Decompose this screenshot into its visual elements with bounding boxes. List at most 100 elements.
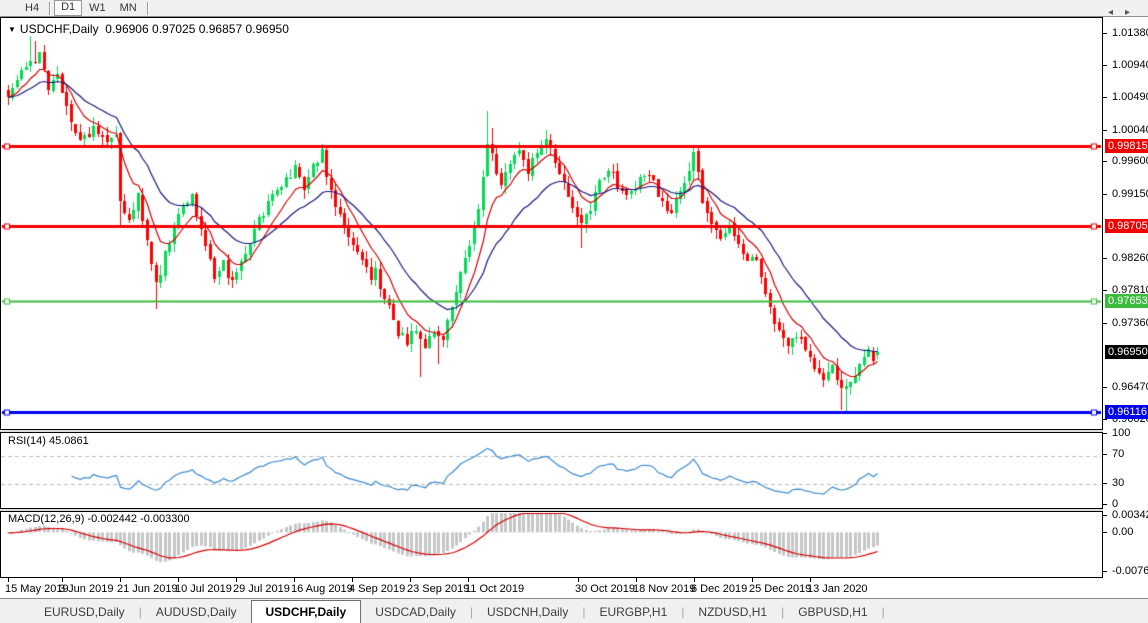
macd-signal-value: -0.003300 xyxy=(140,513,190,525)
rsi-canvas[interactable] xyxy=(1,433,1102,508)
date-tick-label: 25 Dec 2019 xyxy=(749,583,811,595)
date-tick-label: 29 Jul 2019 xyxy=(233,583,290,595)
date-tick-label: 23 Sep 2019 xyxy=(407,583,469,595)
date-tick-label: 10 Jul 2019 xyxy=(175,583,232,595)
price-badge: 0.96950 xyxy=(1105,345,1148,359)
date-tick-label: 13 Jan 2020 xyxy=(807,583,868,595)
date-tick-mark xyxy=(178,578,179,582)
price-tick-mark xyxy=(1103,161,1107,162)
chart-title: ▼ USDCHF,Daily 0.96906 0.97025 0.96857 0.… xyxy=(8,22,289,36)
rsi-tick-label: 30 xyxy=(1112,477,1124,489)
rsi-tick-mark xyxy=(1103,483,1107,484)
date-tick-mark xyxy=(62,578,63,582)
date-tick-label: 18 Nov 2019 xyxy=(633,583,695,595)
price-tick-mark xyxy=(1103,419,1107,420)
price-badge: 0.97653 xyxy=(1105,294,1148,308)
date-tick-mark xyxy=(8,578,9,582)
macd-label: MACD(12,26,9) -0.002442 -0.003300 xyxy=(8,513,190,525)
price-axis[interactable]: 1.01380 1.00940 1.00490 1.00040 0.99600 0.991… xyxy=(1103,17,1148,598)
price-tick-label: 1.00940 xyxy=(1112,59,1148,71)
price-tick-label: 0.97360 xyxy=(1112,317,1148,329)
candlestick-canvas[interactable] xyxy=(1,18,1102,429)
rsi-indicator-panel[interactable] xyxy=(0,432,1103,509)
price-tick-mark xyxy=(1103,33,1107,34)
mt4-chart-window: H4 D1W1MN ▼ USDCHF,Daily 0.96906 0.97025 0… xyxy=(0,0,1148,623)
rsi-name: RSI(14) xyxy=(8,435,46,447)
rsi-tick-label: 70 xyxy=(1112,448,1124,460)
timeframe-button-w1[interactable]: W1 xyxy=(82,1,113,16)
date-tick-label: 11 Oct 2019 xyxy=(465,583,524,595)
price-tick-label: 0.99600 xyxy=(1112,155,1148,167)
date-tick-label: 16 Aug 2019 xyxy=(291,583,353,595)
macd-main-value: -0.002442 xyxy=(87,513,137,525)
tab-scroll-left-icon[interactable]: ◂ xyxy=(1108,7,1125,18)
date-tick-mark xyxy=(236,578,237,582)
price-tick-mark xyxy=(1103,387,1107,388)
ohlc-high: 0.97025 xyxy=(152,22,195,36)
timeframe-button-h4[interactable]: H4 xyxy=(18,1,46,16)
date-tick-label: 3 Jun 2019 xyxy=(59,583,113,595)
date-tick-mark xyxy=(578,578,579,582)
price-tick-label: 0.99150 xyxy=(1112,188,1148,200)
chart-tab-eurgbp[interactable]: EURGBP,H1 xyxy=(585,602,681,623)
rsi-tick-label: 100 xyxy=(1112,427,1130,439)
date-tick-label: 6 Dec 2019 xyxy=(691,583,747,595)
price-tick-label: 0.96470 xyxy=(1112,381,1148,393)
collapse-arrow-icon[interactable]: ▼ xyxy=(8,25,16,34)
date-tick-mark xyxy=(694,578,695,582)
chart-tab-nzdusd[interactable]: NZDUSD,H1 xyxy=(684,602,781,623)
toolbar-separator xyxy=(147,2,149,15)
date-tick-mark xyxy=(294,578,295,582)
chart-tab-usdcnh[interactable]: USDCNH,Daily xyxy=(473,602,582,623)
macd-tick-label: -0.007615 xyxy=(1112,565,1148,577)
chart-tab-eurusd[interactable]: EURUSD,Daily xyxy=(30,602,139,623)
chart-tab-gbpusd[interactable]: GBPUSD,H1 xyxy=(784,602,881,623)
main-price-chart[interactable] xyxy=(0,17,1103,430)
price-tick-mark xyxy=(1103,258,1107,259)
tab-separator: | xyxy=(882,605,885,623)
price-tick-label: 1.00040 xyxy=(1112,124,1148,136)
price-tick-mark xyxy=(1103,65,1107,66)
chart-tab-usdcad[interactable]: USDCAD,Daily xyxy=(361,602,470,623)
price-tick-label: 0.98260 xyxy=(1112,252,1148,264)
price-tick-mark xyxy=(1103,323,1107,324)
chart-tab-bar: EURUSD,Daily|AUDUSD,DailyUSDCHF,DailyUSD… xyxy=(0,598,1148,623)
rsi-tick-mark xyxy=(1103,433,1107,434)
macd-tick-label: 0.003428 xyxy=(1112,509,1148,521)
price-tick-mark xyxy=(1103,97,1107,98)
tab-scroll-arrows: ◂▸ xyxy=(1108,7,1142,18)
rsi-current-value: 45.0861 xyxy=(49,435,89,447)
date-tick-mark xyxy=(810,578,811,582)
timeframe-button-d1[interactable]: D1 xyxy=(54,0,82,16)
date-axis[interactable]: 15 May 20193 Jun 201921 Jun 201910 Jul 2… xyxy=(0,578,1103,598)
date-tick-mark xyxy=(468,578,469,582)
timeframe-toolbar: H4 D1W1MN xyxy=(0,0,1148,17)
ohlc-close: 0.96950 xyxy=(245,22,288,36)
date-tick-label: 30 Oct 2019 xyxy=(575,583,635,595)
price-badge: 0.98705 xyxy=(1105,219,1148,233)
macd-tick-mark xyxy=(1103,571,1107,572)
date-tick-label: 21 Jun 2019 xyxy=(117,583,178,595)
macd-tick-mark xyxy=(1103,532,1107,533)
ohlc-open: 0.96906 xyxy=(105,22,148,36)
price-badge: 0.96116 xyxy=(1105,405,1148,419)
chart-tab-audusd[interactable]: AUDUSD,Daily xyxy=(142,602,251,623)
ohlc-low: 0.96857 xyxy=(199,22,242,36)
price-tick-label: 1.01380 xyxy=(1112,27,1148,39)
macd-tick-mark xyxy=(1103,515,1107,516)
price-tick-label: 1.00490 xyxy=(1112,91,1148,103)
tab-scroll-right-icon[interactable]: ▸ xyxy=(1125,7,1142,18)
chart-tab-usdchf[interactable]: USDCHF,Daily xyxy=(251,600,362,623)
macd-tick-label: 0.00 xyxy=(1112,526,1133,538)
date-tick-mark xyxy=(352,578,353,582)
price-tick-mark xyxy=(1103,194,1107,195)
timeframe-button-mn[interactable]: MN xyxy=(113,1,144,16)
symbol-label: USDCHF,Daily xyxy=(20,22,99,36)
date-tick-mark xyxy=(410,578,411,582)
date-tick-mark xyxy=(636,578,637,582)
toolbar-separator xyxy=(49,2,51,15)
price-tick-mark xyxy=(1103,290,1107,291)
date-tick-mark xyxy=(752,578,753,582)
date-tick-label: 4 Sep 2019 xyxy=(349,583,405,595)
macd-name: MACD(12,26,9) xyxy=(8,513,84,525)
